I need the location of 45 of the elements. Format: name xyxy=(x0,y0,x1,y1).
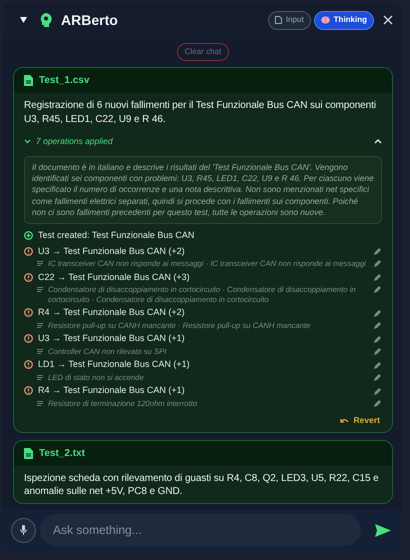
file-icon xyxy=(24,448,33,459)
note-icon xyxy=(37,287,43,292)
note-icon xyxy=(37,261,43,266)
undo-icon xyxy=(340,418,349,424)
operation-text: C22 → Test Funzionale Bus CAN (+3) xyxy=(38,270,191,284)
note-icon xyxy=(37,374,43,380)
head-logo-icon xyxy=(40,13,52,27)
clear-chat-button[interactable]: Clear chat xyxy=(176,43,230,61)
note-icon xyxy=(37,400,43,406)
note-icon xyxy=(37,322,43,328)
mode-toggle[interactable]: Input xyxy=(268,10,311,30)
operation-text: Test created: Test Funzionale Bus CAN xyxy=(38,229,196,242)
chevron-up-icon xyxy=(374,138,382,144)
collapse-triangle-icon[interactable] xyxy=(20,17,27,23)
file-icon xyxy=(274,16,282,24)
note-icon xyxy=(37,348,43,354)
operation-text: U3 → Test Funzionale Bus CAN (+2) xyxy=(38,244,186,258)
mode-toggle[interactable]: Thinking xyxy=(314,10,374,30)
operation-text: R4 → Test Funzionale Bus CAN (+2) xyxy=(38,306,186,320)
alert-circle-icon xyxy=(24,308,33,318)
alert-circle-icon xyxy=(24,360,33,370)
microphone-button[interactable] xyxy=(11,518,36,542)
chevron-down-icon xyxy=(24,138,31,144)
summary-text: Ispezione scheda con rilevamento di guasti su R4, C8, Q2, LED3, U5, R22, C15 e anomalie sulle net +5V, PC8 e GND. xyxy=(24,472,380,499)
operation-text: LD1 → Test Funzionale Bus CAN (+1) xyxy=(38,358,191,372)
message-input[interactable]: Ask something... xyxy=(40,514,361,546)
alert-circle-icon xyxy=(24,246,33,256)
alert-circle-icon xyxy=(24,386,33,396)
file-name: Test_1.csv xyxy=(39,74,90,88)
file-icon xyxy=(24,75,33,86)
reasoning-box: Il documento è in italiano e descrive i risultati del 'Test Funzionale Bus CAN'. Vengono identificati sei componenti con problemi: U3, R45, LED1, C22, U9 e R 46. Per ciascuno viene specificato il numero di occorrenze e una nota descrittiva. Non sono menzionati net specifici come fallimenti elettrici separati, quindi si procede con i fallimenti sui componenti. Poiché non ci sono fallimenti precedenti per questo test, tutte le operazioni sono nuove. xyxy=(24,156,382,224)
send-icon[interactable] xyxy=(375,524,391,536)
revert-button[interactable]: Revert xyxy=(340,414,380,427)
operation-text: U3 → Test Funzionale Bus CAN (+1) xyxy=(38,332,186,346)
file-name: Test_2.txt xyxy=(39,446,85,461)
brain-icon xyxy=(320,16,330,24)
microphone-icon xyxy=(20,525,27,535)
plus-circle-icon xyxy=(24,231,33,240)
operations-toggle[interactable]: 7 operations applied xyxy=(24,135,382,148)
summary-text: Registrazione di 6 nuovi fallimenti per il Test Funzionale Bus CAN sui componenti U3, R45, LED1, C22, U9 e R 46. xyxy=(24,99,377,126)
close-icon[interactable] xyxy=(383,15,393,25)
operation-text: R4 → Test Funzionale Bus CAN (+1) xyxy=(38,384,186,398)
alert-circle-icon xyxy=(24,334,33,344)
alert-circle-icon xyxy=(24,272,33,282)
app-title: ARBerto xyxy=(61,10,119,30)
